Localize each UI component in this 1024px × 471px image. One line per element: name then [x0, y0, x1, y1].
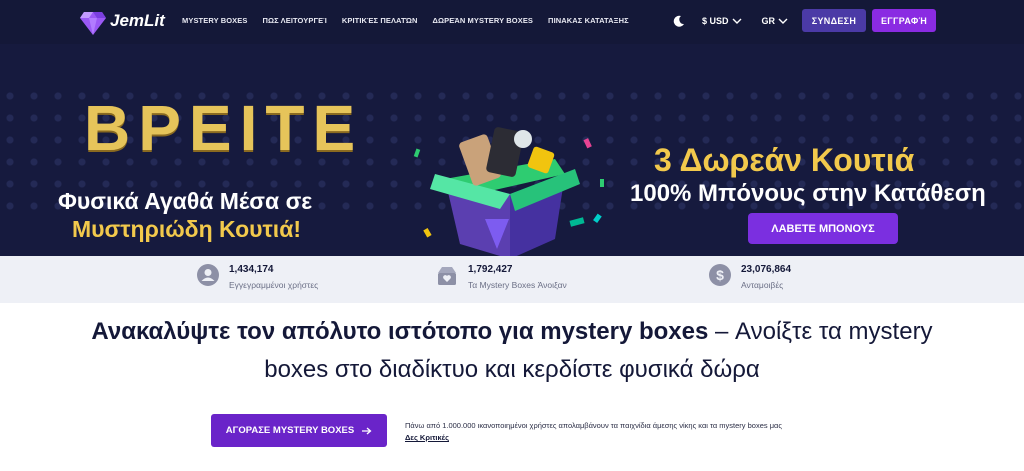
logo[interactable]: JemLit	[80, 6, 165, 36]
logo-text: JemLit	[110, 11, 165, 30]
buy-button-label: ΑΓΟΡΑΣΕ MYSTERY BOXES	[225, 425, 355, 436]
stat-label: Εγγεγραμμένοι χρήστες	[229, 280, 319, 290]
headline-line-1: Ανακαλύψτε τον απόλυτο ιστότοπο για myst…	[0, 313, 1024, 351]
svg-text:$: $	[716, 267, 724, 283]
nav-link-how-it-works[interactable]: ΠΩΣ ΛΕΙΤΟΥΡΓΕΊ	[262, 16, 326, 25]
headline-bold: Ανακαλύψτε τον απόλυτο ιστότοπο για myst…	[91, 318, 709, 345]
stat-value: 1,434,174	[229, 264, 274, 275]
buy-mystery-boxes-button[interactable]: ΑΓΟΡΑΣΕ MYSTERY BOXES	[211, 414, 387, 447]
dollar-icon: $	[709, 264, 731, 286]
nav-link-reviews[interactable]: ΚΡΙΤΙΚΈΣ ΠΕΛΑΤΏΝ	[342, 16, 418, 25]
nav-link-free-boxes[interactable]: ΔΩΡΕΆΝ MYSTERY BOXES	[433, 16, 534, 25]
stat-label: Τα Mystery Boxes Άνοιξαν	[468, 280, 567, 290]
chevron-down-icon	[778, 18, 788, 24]
currency-label: $ USD	[702, 16, 729, 26]
nav-right: $ USD GR	[672, 9, 788, 33]
hero-bonus-subtitle: 100% Μπόνους στην Κατάθεση	[630, 180, 986, 207]
stat-registered-users: 1,434,174 Εγγεγραμμένοι χρήστες	[197, 264, 318, 290]
stat-value: 23,076,864	[741, 264, 792, 275]
arrow-right-icon	[362, 427, 372, 434]
language-label: GR	[761, 16, 776, 26]
user-icon	[197, 264, 219, 286]
chevron-down-icon	[732, 18, 742, 24]
see-reviews-link[interactable]: Δες Κριτικές	[405, 433, 449, 442]
diamond-logo-icon	[80, 12, 106, 35]
box-icon	[438, 267, 456, 285]
mystery-box-illustration	[413, 127, 604, 256]
nav-links: MYSTERY BOXES ΠΩΣ ΛΕΙΤΟΥΡΓΕΊ ΚΡΙΤΙΚΈΣ ΠΕ…	[182, 16, 629, 25]
moon-icon[interactable]	[672, 14, 686, 28]
stat-value: 1,792,427	[468, 264, 513, 275]
stat-boxes-opened: 1,792,427 Τα Mystery Boxes Άνοιξαν	[436, 264, 567, 290]
login-button[interactable]: ΣΥΝΔΕΣΗ	[802, 9, 866, 32]
trust-text: Πάνω από 1.000.000 ικανοποιημένοι χρήστε…	[405, 421, 783, 430]
currency-selector[interactable]: $ USD	[702, 16, 742, 26]
hero-line-3: Μυστηριώδη Κουτιά!	[72, 216, 302, 242]
stats-bar: 1,434,174 Εγγεγραμμένοι χρήστες 1,792,42…	[0, 256, 1024, 303]
hero-line-2: Φυσικά Αγαθά Μέσα σε	[58, 188, 313, 214]
headline-line-2: boxes στο διαδίκτυο και κερδίστε φυσικά …	[264, 356, 760, 383]
top-navbar: JemLit MYSTERY BOXES ΠΩΣ ΛΕΙΤΟΥΡΓΕΊ ΚΡΙΤ…	[0, 0, 1024, 44]
page-headline: Ανακαλύψτε τον απόλυτο ιστότοπο για myst…	[0, 313, 1024, 389]
stat-label: Ανταμοιβές	[741, 280, 784, 290]
nav-link-mystery-boxes[interactable]: MYSTERY BOXES	[182, 16, 247, 25]
get-bonus-button[interactable]: ΛΑΒΕΤΕ ΜΠΟΝΟΥΣ	[748, 213, 898, 244]
hero-free-boxes-title: 3 Δωρεάν Κουτιά	[654, 142, 915, 178]
hero-big-word: ΒΡΕΙΤΕ	[84, 92, 364, 164]
hero-banner[interactable]: ΒΡΕΙΤΕ Φυσικά Αγαθά Μέσα σε Μυστηριώδη Κ…	[0, 44, 1024, 256]
headline-rest: – Ανοίξτε τα mystery	[708, 318, 933, 345]
language-selector[interactable]: GR	[762, 16, 789, 26]
nav-link-leaderboard[interactable]: ΠΙΝΑΚΑΣ ΚΑΤΑΤΑΞΗΣ	[548, 16, 629, 25]
stat-rewards: $ 23,076,864 Ανταμοιβές	[709, 264, 791, 290]
signup-button[interactable]: ΕΓΓΡΑΦΉ	[872, 9, 936, 32]
